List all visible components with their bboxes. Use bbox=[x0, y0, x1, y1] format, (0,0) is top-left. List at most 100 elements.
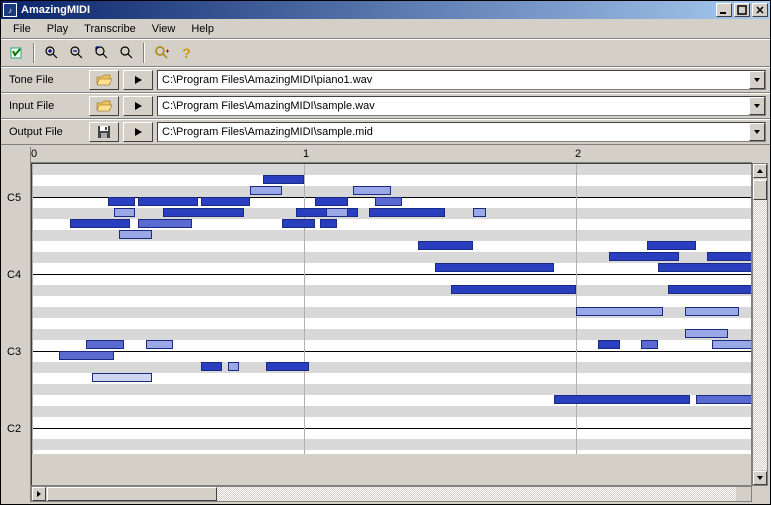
app-window: ♪ AmazingMIDI File Play Transcribe View … bbox=[0, 0, 771, 505]
zoom-out-button[interactable] bbox=[65, 42, 88, 64]
zoom-reset-button[interactable] bbox=[115, 42, 138, 64]
midi-note[interactable] bbox=[228, 362, 239, 371]
midi-note[interactable] bbox=[375, 197, 402, 206]
midi-note[interactable] bbox=[712, 340, 752, 349]
midi-note[interactable] bbox=[201, 197, 250, 206]
zoom-in-button[interactable] bbox=[40, 42, 63, 64]
midi-note[interactable] bbox=[92, 373, 152, 382]
midi-note[interactable] bbox=[685, 329, 729, 338]
midi-note[interactable] bbox=[609, 252, 680, 261]
key-label: C5 bbox=[7, 192, 21, 204]
input-file-play-button[interactable] bbox=[123, 96, 153, 116]
output-file-row: Output File C:\Program Files\AmazingMIDI… bbox=[1, 119, 770, 145]
midi-note[interactable] bbox=[282, 219, 315, 228]
piano-roll-area: 012 C5C4C3C2 bbox=[1, 145, 770, 504]
tone-file-play-button[interactable] bbox=[123, 70, 153, 90]
menu-transcribe[interactable]: Transcribe bbox=[76, 21, 144, 37]
ruler-tick: 1 bbox=[303, 148, 309, 160]
midi-note[interactable] bbox=[576, 307, 663, 316]
midi-note[interactable] bbox=[163, 208, 245, 217]
chevron-down-icon[interactable] bbox=[749, 123, 765, 141]
midi-note[interactable] bbox=[250, 186, 283, 195]
time-ruler[interactable]: 0 1 2 bbox=[31, 147, 752, 163]
midi-note[interactable] bbox=[320, 219, 336, 228]
scroll-right-button[interactable] bbox=[32, 487, 46, 501]
ruler-tick: 0 bbox=[31, 148, 37, 160]
midi-note[interactable] bbox=[647, 241, 696, 250]
toolbar-separator bbox=[33, 43, 35, 63]
minimize-button[interactable] bbox=[716, 3, 732, 17]
output-file-combo[interactable]: C:\Program Files\AmazingMIDI\sample.mid bbox=[157, 122, 766, 142]
menu-help[interactable]: Help bbox=[183, 21, 222, 37]
tone-file-row: Tone File C:\Program Files\AmazingMIDI\p… bbox=[1, 67, 770, 93]
input-file-browse-button[interactable] bbox=[89, 96, 119, 116]
midi-note[interactable] bbox=[353, 186, 391, 195]
midi-note[interactable] bbox=[146, 340, 173, 349]
ruler-corner bbox=[3, 147, 31, 163]
toolbar: ? bbox=[1, 39, 770, 67]
app-icon: ♪ bbox=[3, 3, 17, 17]
midi-note[interactable] bbox=[696, 395, 752, 404]
midi-note[interactable] bbox=[315, 197, 348, 206]
horizontal-scrollbar[interactable] bbox=[31, 486, 752, 502]
midi-note[interactable] bbox=[451, 285, 576, 294]
key-label: C4 bbox=[7, 269, 21, 281]
tone-file-combo[interactable]: C:\Program Files\AmazingMIDI\piano1.wav bbox=[157, 70, 766, 90]
midi-note[interactable] bbox=[326, 208, 348, 217]
ruler-tick: 2 bbox=[575, 148, 581, 160]
output-file-play-button[interactable] bbox=[123, 122, 153, 142]
tone-file-label: Tone File bbox=[5, 74, 85, 86]
output-file-value: C:\Program Files\AmazingMIDI\sample.mid bbox=[162, 126, 373, 138]
input-file-combo[interactable]: C:\Program Files\AmazingMIDI\sample.wav bbox=[157, 96, 766, 116]
midi-note[interactable] bbox=[266, 362, 310, 371]
midi-note[interactable] bbox=[263, 175, 304, 184]
titlebar: ♪ AmazingMIDI bbox=[1, 1, 770, 19]
midi-note[interactable] bbox=[70, 219, 130, 228]
chevron-down-icon[interactable] bbox=[749, 71, 765, 89]
midi-note[interactable] bbox=[598, 340, 620, 349]
input-file-row: Input File C:\Program Files\AmazingMIDI\… bbox=[1, 93, 770, 119]
midi-note[interactable] bbox=[86, 340, 124, 349]
scroll-down-button[interactable] bbox=[753, 471, 767, 485]
midi-note[interactable] bbox=[138, 219, 192, 228]
midi-note[interactable] bbox=[554, 395, 690, 404]
menu-view[interactable]: View bbox=[144, 21, 184, 37]
midi-note[interactable] bbox=[473, 208, 487, 217]
maximize-button[interactable] bbox=[734, 3, 750, 17]
key-label: C3 bbox=[7, 346, 21, 358]
piano-roll[interactable] bbox=[31, 163, 752, 486]
close-button[interactable] bbox=[752, 3, 768, 17]
midi-note[interactable] bbox=[641, 340, 657, 349]
time-ruler-row: 0 1 2 bbox=[3, 147, 768, 163]
menu-play[interactable]: Play bbox=[39, 21, 76, 37]
vertical-scrollbar[interactable] bbox=[752, 163, 768, 486]
midi-note[interactable] bbox=[685, 307, 739, 316]
chevron-down-icon[interactable] bbox=[749, 97, 765, 115]
tone-file-browse-button[interactable] bbox=[89, 70, 119, 90]
output-file-save-button[interactable] bbox=[89, 122, 119, 142]
midi-note[interactable] bbox=[59, 351, 113, 360]
toolbar-separator bbox=[143, 43, 145, 63]
transcribe-button[interactable] bbox=[5, 42, 28, 64]
find-button[interactable] bbox=[150, 42, 173, 64]
menu-file[interactable]: File bbox=[5, 21, 39, 37]
midi-note[interactable] bbox=[707, 252, 752, 261]
midi-note[interactable] bbox=[108, 197, 135, 206]
scroll-up-button[interactable] bbox=[753, 164, 767, 178]
midi-note[interactable] bbox=[418, 241, 472, 250]
scroll-thumb[interactable] bbox=[47, 487, 217, 501]
scroll-thumb[interactable] bbox=[753, 180, 767, 200]
scroll-corner bbox=[3, 486, 31, 502]
midi-note[interactable] bbox=[658, 263, 752, 272]
midi-note[interactable] bbox=[114, 208, 136, 217]
midi-note[interactable] bbox=[369, 208, 445, 217]
input-file-label: Input File bbox=[5, 100, 85, 112]
midi-note[interactable] bbox=[668, 285, 752, 294]
midi-note[interactable] bbox=[201, 362, 223, 371]
midi-note[interactable] bbox=[138, 197, 198, 206]
midi-note[interactable] bbox=[119, 230, 152, 239]
zoom-fit-button[interactable] bbox=[90, 42, 113, 64]
help-button[interactable]: ? bbox=[175, 42, 198, 64]
midi-note[interactable] bbox=[435, 263, 555, 272]
tone-file-value: C:\Program Files\AmazingMIDI\piano1.wav bbox=[162, 74, 372, 86]
